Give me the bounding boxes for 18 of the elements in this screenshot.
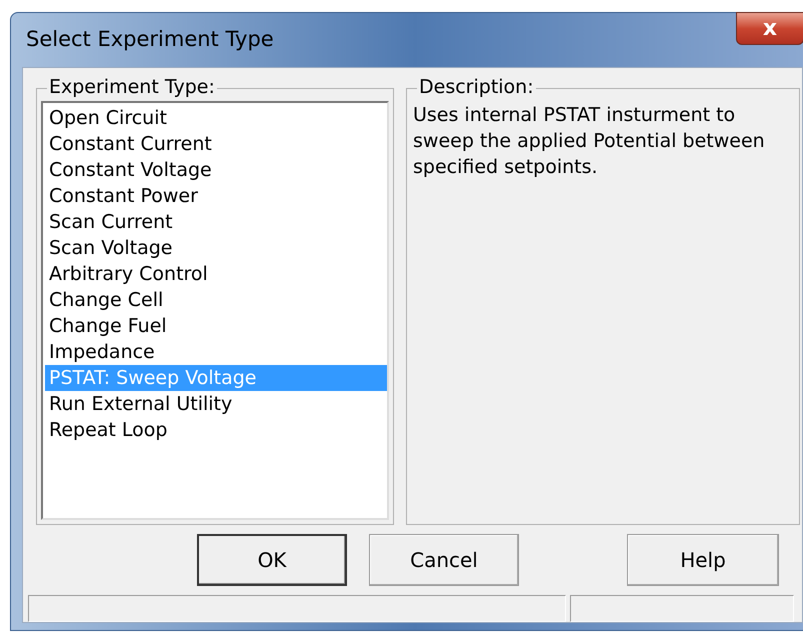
list-item[interactable]: Constant Current: [45, 131, 387, 157]
close-button[interactable]: x: [736, 12, 803, 45]
list-item[interactable]: Change Cell: [45, 287, 387, 313]
ok-button[interactable]: OK: [197, 534, 347, 586]
cancel-button[interactable]: Cancel: [369, 534, 519, 586]
list-item[interactable]: Scan Voltage: [45, 235, 387, 261]
help-button[interactable]: Help: [627, 534, 779, 586]
description-text: Uses internal PSTAT insturment to sweep the applied Potential between specified setpoints.: [413, 103, 766, 180]
list-item[interactable]: Constant Power: [45, 183, 387, 209]
list-item[interactable]: Impedance: [45, 339, 387, 365]
list-item[interactable]: Repeat Loop: [45, 417, 387, 443]
list-item[interactable]: Change Fuel: [45, 313, 387, 339]
list-item[interactable]: Arbitrary Control: [45, 261, 387, 287]
list-item[interactable]: Scan Current: [45, 209, 387, 235]
list-item[interactable]: Open Circuit: [45, 105, 387, 131]
window-title: Select Experiment Type: [26, 26, 274, 54]
list-item[interactable]: Run External Utility: [45, 391, 387, 417]
list-item[interactable]: Constant Voltage: [45, 157, 387, 183]
